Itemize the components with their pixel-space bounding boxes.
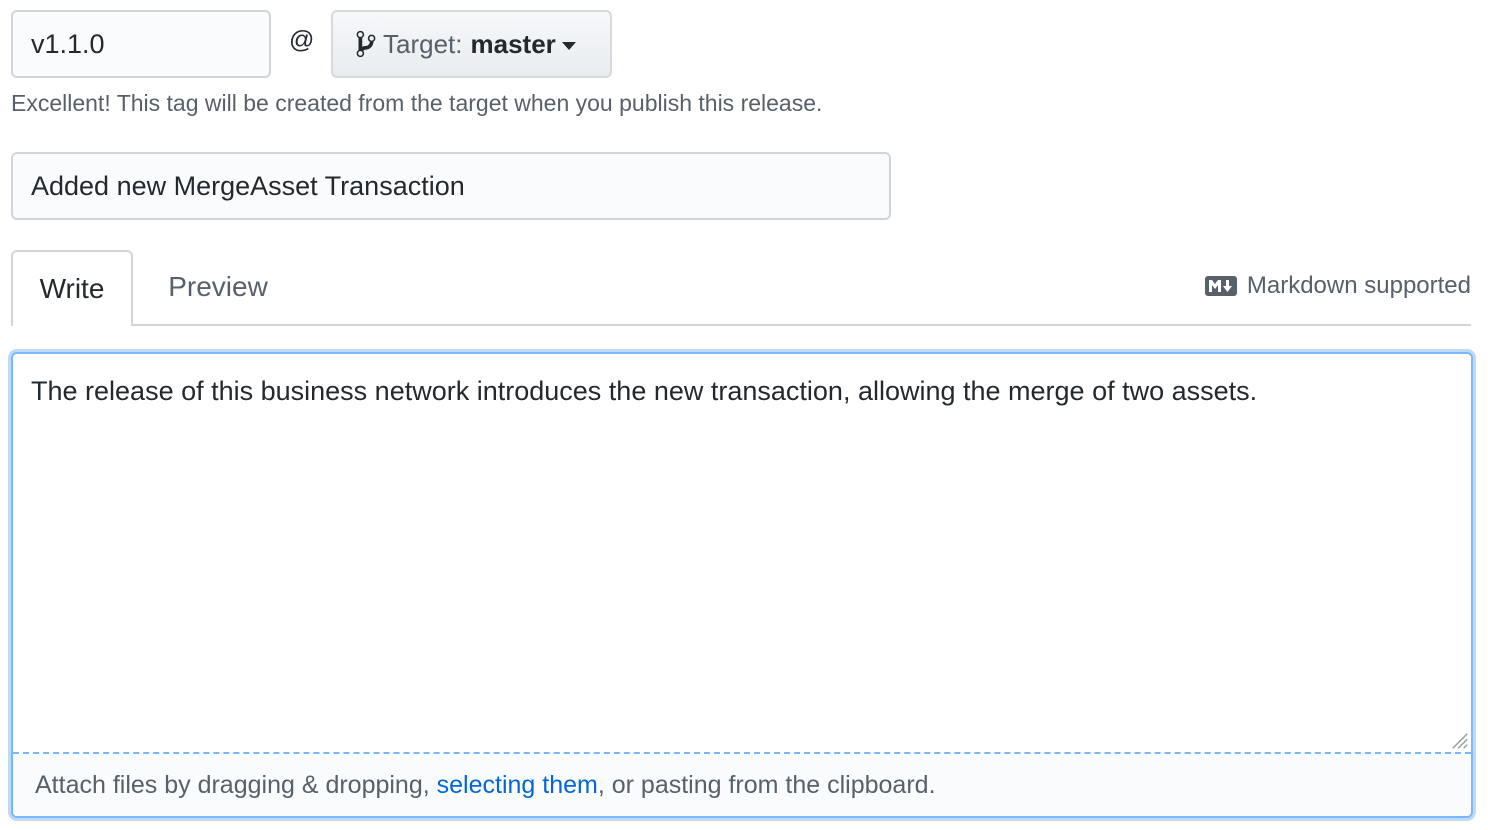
resize-grip-icon[interactable]: [1451, 732, 1469, 750]
target-branch-dropdown[interactable]: Target: master: [331, 10, 612, 78]
target-branch-name: master: [470, 28, 556, 59]
release-body-editor: The release of this business network int…: [11, 352, 1473, 818]
release-body-textarea[interactable]: The release of this business network int…: [13, 354, 1471, 752]
attach-suffix-text: , or pasting from the clipboard.: [597, 770, 936, 799]
tag-hint-text: Excellent! This tag will be created from…: [11, 90, 823, 116]
tab-preview[interactable]: Preview: [143, 250, 293, 324]
markdown-supported-label: Markdown supported: [1246, 272, 1471, 299]
tag-name-input[interactable]: [11, 10, 271, 78]
markdown-icon: [1204, 276, 1237, 296]
git-branch-icon: [356, 30, 376, 58]
tab-write[interactable]: Write: [11, 250, 133, 326]
file-attach-bar[interactable]: Attach files by dragging & dropping, sel…: [13, 752, 1471, 816]
target-label: Target:: [383, 28, 463, 59]
markdown-supported-link[interactable]: Markdown supported: [1204, 272, 1471, 300]
at-separator: @: [289, 26, 315, 54]
select-files-link[interactable]: selecting them: [437, 771, 598, 800]
editor-tabs: Write Preview Markdown supported: [11, 250, 1471, 326]
caret-down-icon: [561, 41, 576, 50]
attach-prefix-text: Attach files by dragging & dropping,: [35, 770, 437, 799]
release-title-input[interactable]: [11, 152, 891, 220]
